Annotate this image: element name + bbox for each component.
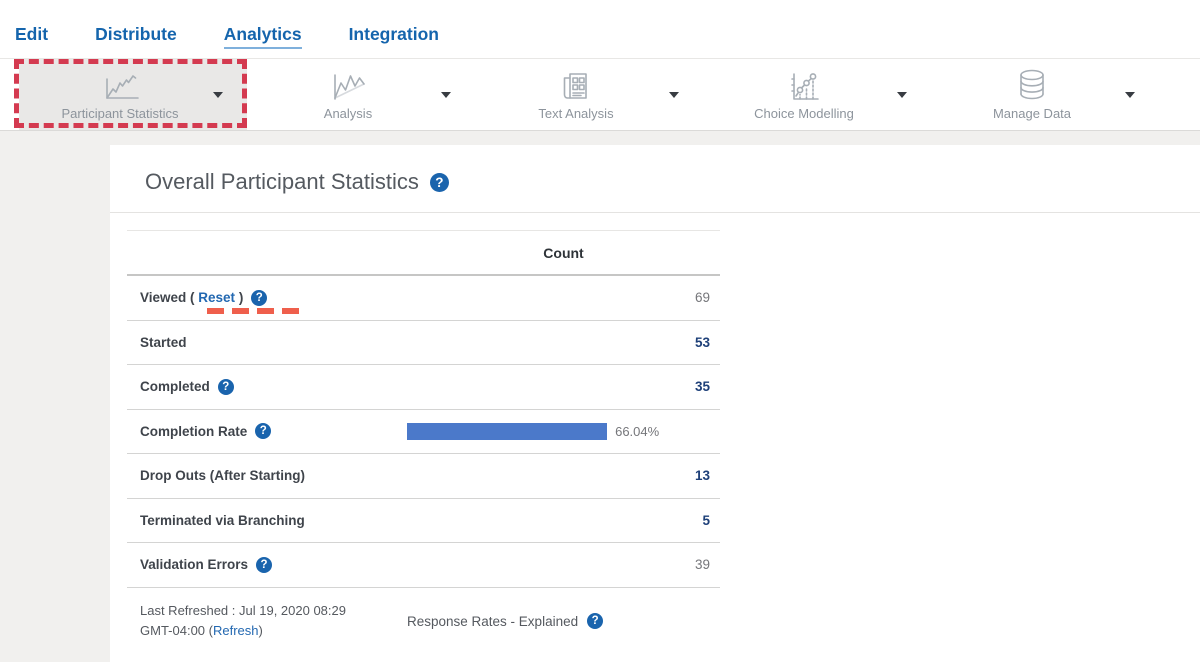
- chevron-down-icon[interactable]: [1125, 92, 1135, 98]
- count-value: 5: [407, 513, 720, 528]
- content-panel: Overall Participant Statistics ? Count V…: [110, 145, 1200, 662]
- database-icon: [1016, 68, 1048, 102]
- table-row-terminated: Terminated via Branching 5: [127, 499, 720, 544]
- line-chart-icon: [98, 68, 142, 102]
- row-label: Viewed ( Reset ) ?: [127, 290, 407, 306]
- help-icon[interactable]: ?: [255, 423, 271, 439]
- toolbar-button-manage-data[interactable]: Manage Data: [931, 59, 1159, 130]
- help-icon[interactable]: ?: [430, 173, 449, 192]
- count-value: 69: [407, 290, 720, 305]
- chevron-down-icon[interactable]: [669, 92, 679, 98]
- table-row-completion-rate: Completion Rate ? 66.04%: [127, 410, 720, 455]
- red-dashed-underline-annotation: [207, 308, 306, 314]
- table-header-row: Count: [127, 230, 720, 276]
- table-row-drop-outs: Drop Outs (After Starting) 13: [127, 454, 720, 499]
- completion-rate-percent: 66.04%: [615, 424, 659, 439]
- table-row-completed: Completed ? 35: [127, 365, 720, 410]
- page-title: Overall Participant Statistics: [145, 169, 419, 195]
- toolbar-label: Analysis: [324, 106, 372, 121]
- row-label: Started: [127, 335, 407, 350]
- last-refreshed-text: Last Refreshed : Jul 19, 2020 08:29 GMT-…: [127, 601, 407, 641]
- table-row-validation-errors: Validation Errors ? 39: [127, 543, 720, 588]
- chevron-down-icon[interactable]: [213, 92, 223, 98]
- table-footer: Last Refreshed : Jul 19, 2020 08:29 GMT-…: [127, 601, 720, 641]
- nav-item-analytics[interactable]: Analytics: [224, 24, 302, 49]
- primary-nav: Edit Distribute Analytics Integration: [0, 0, 1200, 49]
- scatter-chart-icon: [785, 68, 823, 102]
- nav-item-distribute[interactable]: Distribute: [95, 24, 177, 49]
- help-icon[interactable]: ?: [256, 557, 272, 573]
- toolbar-label: Choice Modelling: [754, 106, 854, 121]
- refresh-link[interactable]: Refresh: [213, 623, 259, 638]
- reset-link[interactable]: Reset: [198, 290, 235, 305]
- response-rates-explained: Response Rates - Explained ?: [407, 601, 720, 641]
- participant-statistics-table: Count Viewed ( Reset ) ? 69 Started 53 C…: [127, 230, 720, 588]
- count-value: 35: [407, 379, 720, 394]
- nav-item-edit[interactable]: Edit: [15, 24, 48, 49]
- help-icon[interactable]: ?: [251, 290, 267, 306]
- zigzag-chart-icon: [328, 68, 368, 102]
- toolbar-label: Manage Data: [993, 106, 1071, 121]
- toolbar-button-analysis[interactable]: Analysis: [247, 59, 475, 130]
- chevron-down-icon[interactable]: [441, 92, 451, 98]
- count-column-header: Count: [407, 245, 720, 261]
- table-row-viewed: Viewed ( Reset ) ? 69: [127, 276, 720, 321]
- help-icon[interactable]: ?: [218, 379, 234, 395]
- row-label: Drop Outs (After Starting): [127, 468, 407, 483]
- count-value: 39: [407, 557, 720, 572]
- viewed-label: Viewed ( Reset ): [140, 290, 243, 305]
- toolbar-label: Text Analysis: [538, 106, 613, 121]
- row-label: Completed ?: [127, 379, 407, 395]
- toolbar-button-text-analysis[interactable]: Text Analysis: [475, 59, 703, 130]
- analytics-toolbar: Participant Statistics Analysis: [0, 58, 1200, 131]
- completion-rate-bar: [407, 423, 607, 440]
- document-grid-icon: [559, 68, 593, 102]
- row-label: Terminated via Branching: [127, 513, 407, 528]
- completion-rate-cell: 66.04%: [407, 423, 720, 440]
- chevron-down-icon[interactable]: [897, 92, 907, 98]
- page-title-row: Overall Participant Statistics ?: [110, 145, 1200, 212]
- title-divider: [110, 212, 1200, 213]
- toolbar-label: Participant Statistics: [61, 106, 178, 121]
- top-bar: Edit Distribute Analytics Integration: [0, 0, 1200, 58]
- row-label: Validation Errors ?: [127, 557, 407, 573]
- toolbar-button-participant-statistics[interactable]: Participant Statistics: [19, 59, 247, 130]
- row-label: Completion Rate ?: [127, 423, 407, 439]
- nav-item-integration[interactable]: Integration: [349, 24, 439, 49]
- count-value: 53: [407, 335, 720, 350]
- count-value: 13: [407, 468, 720, 483]
- completion-rate-bar-track: 66.04%: [407, 423, 710, 440]
- table-row-started: Started 53: [127, 321, 720, 366]
- help-icon[interactable]: ?: [587, 613, 603, 629]
- toolbar-button-choice-modelling[interactable]: Choice Modelling: [703, 59, 931, 130]
